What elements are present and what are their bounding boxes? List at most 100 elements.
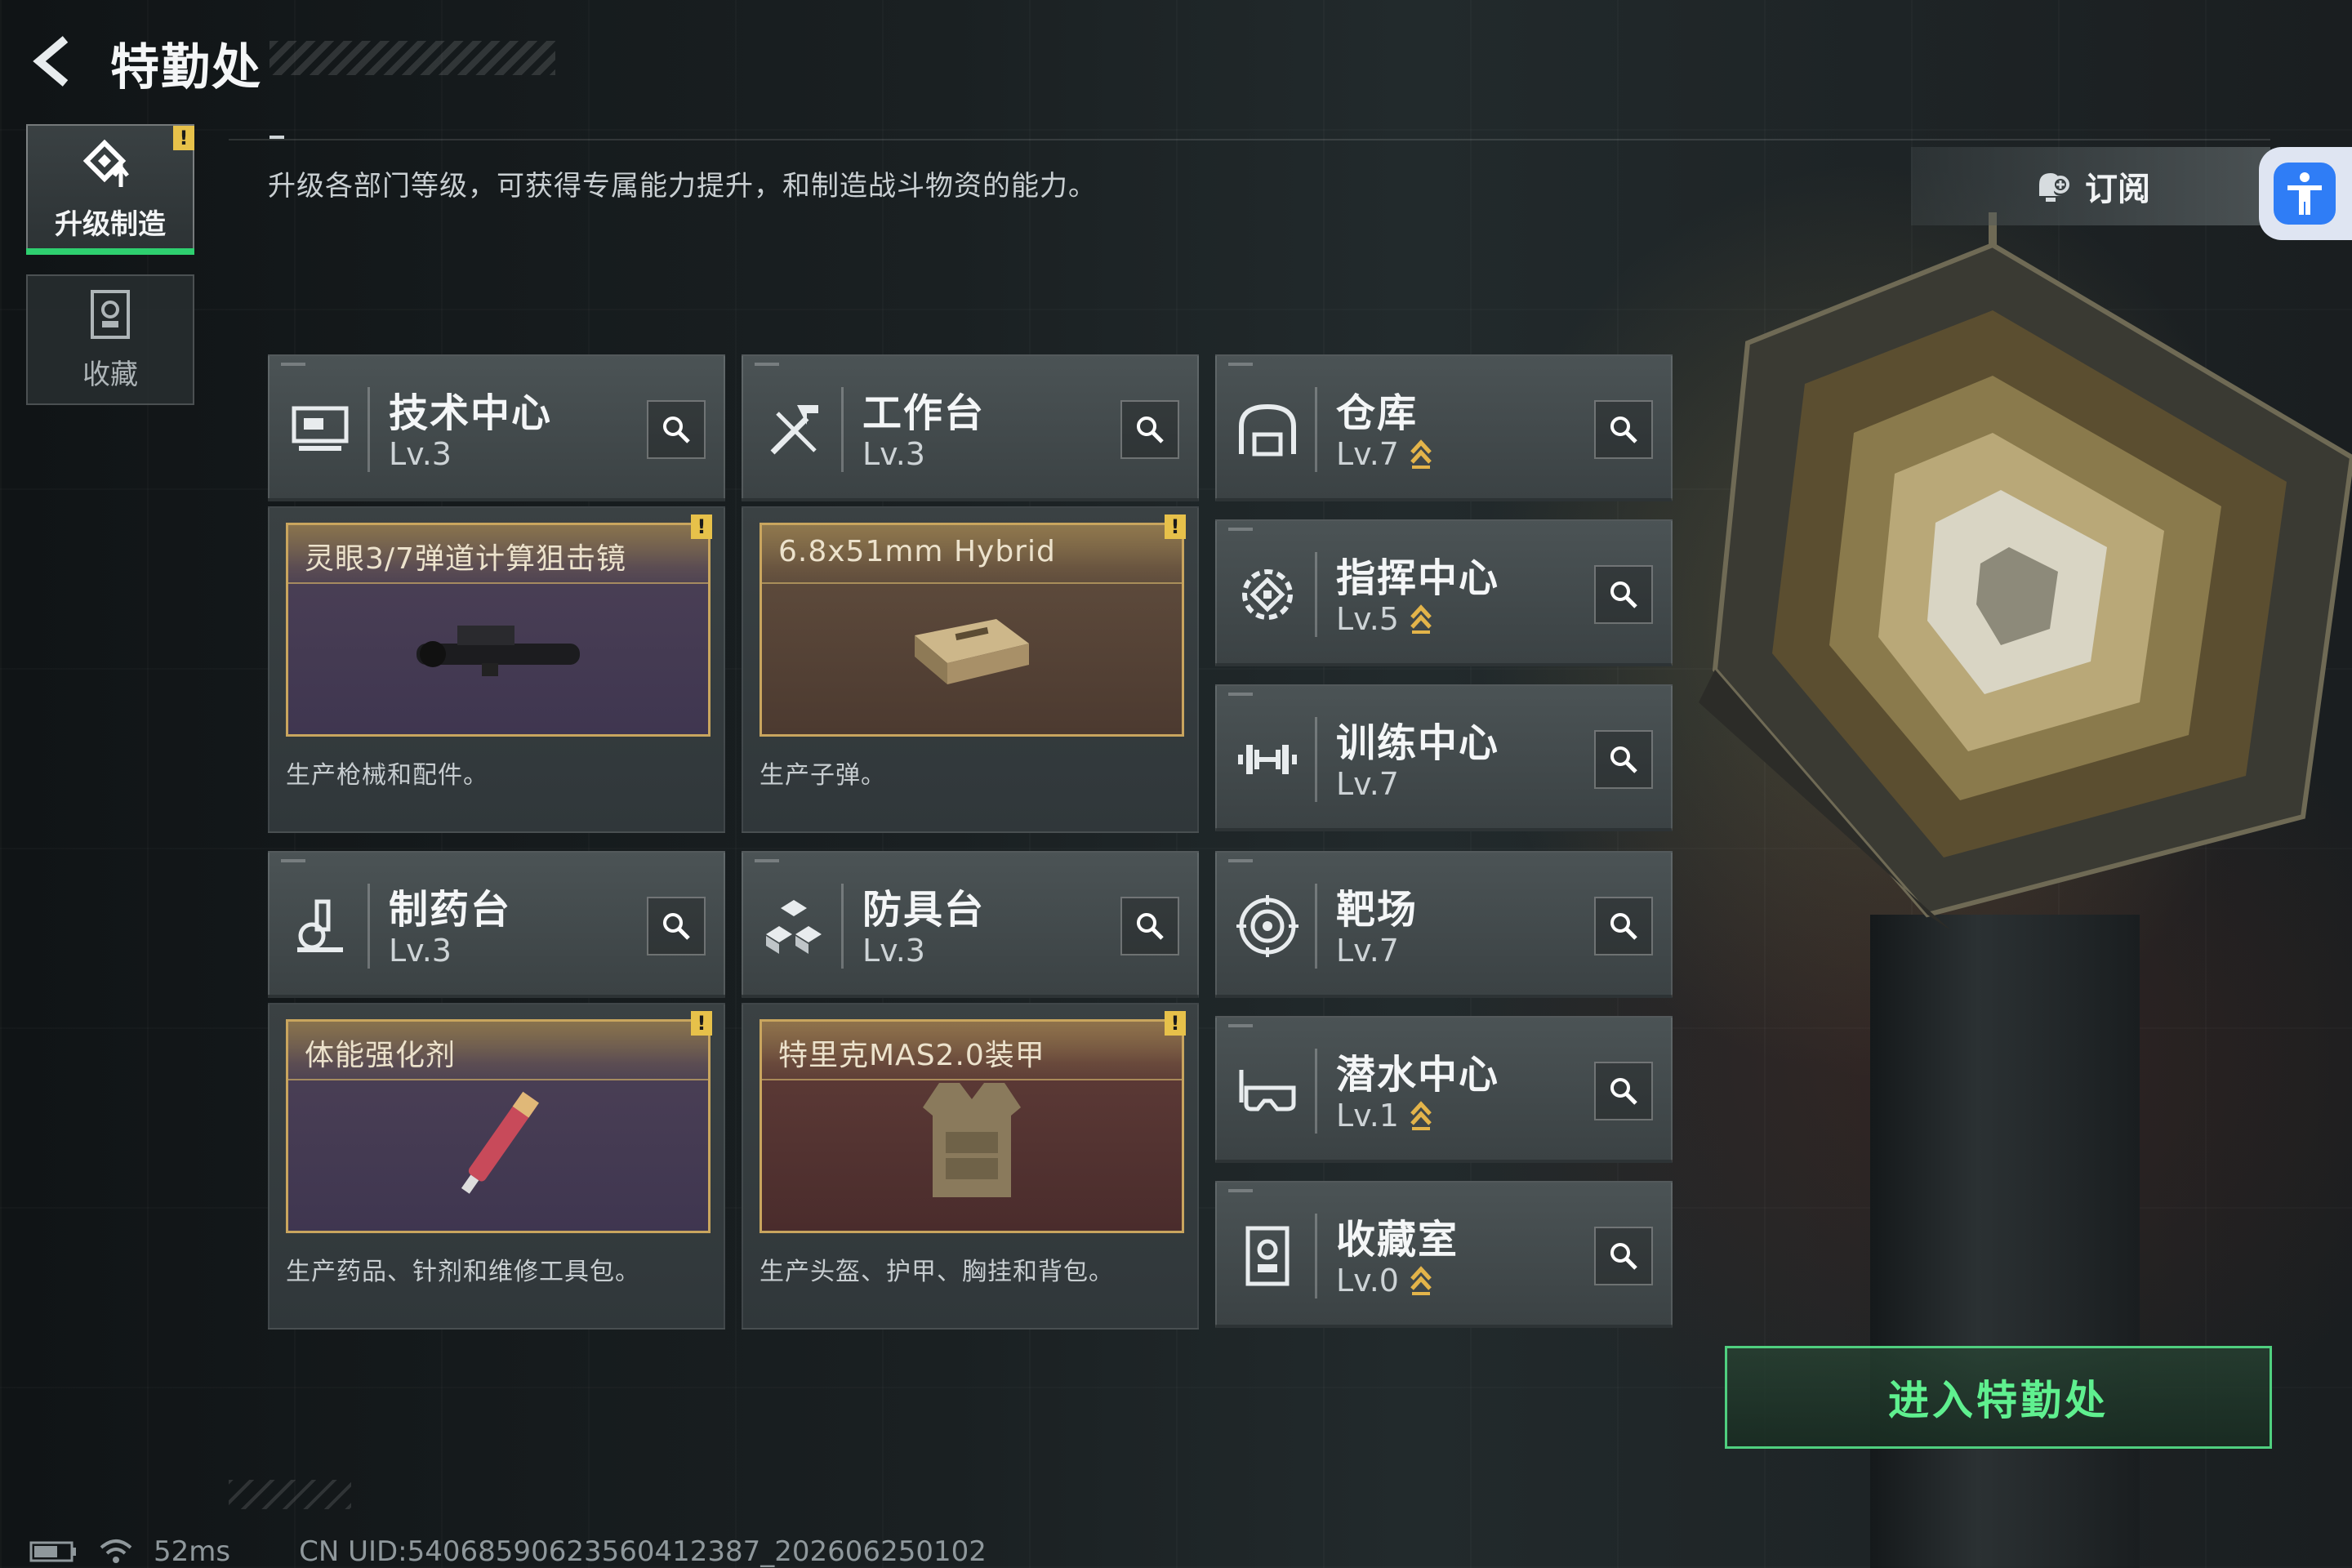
card-corner-mark <box>1228 693 1253 696</box>
trophy-room-icon <box>1245 1226 1290 1286</box>
dept-card-collection-room[interactable]: 收藏室 Lv.0 <box>1215 1181 1673 1328</box>
inspect-button[interactable] <box>1594 730 1653 789</box>
production-item-name: 特里克MAS2.0装甲 <box>778 1039 1045 1072</box>
uid-text: CN UID:5406859062356041238​7_20260625010… <box>299 1535 987 1568</box>
production-panel-tech-center: 灵眼3/7弹道计算狙击镜 ! 生产枪械和配件。 <box>268 506 725 833</box>
search-icon <box>1137 416 1164 443</box>
card-divider <box>841 884 844 969</box>
inspect-button[interactable] <box>1594 1227 1653 1285</box>
card-corner-mark <box>281 859 305 862</box>
production-slot[interactable]: 体能强化剂 <box>286 1019 710 1233</box>
dept-card-workbench[interactable]: 工作台 Lv.3 <box>742 354 1199 501</box>
dept-level: Lv.3 <box>862 933 925 969</box>
inspect-button[interactable] <box>647 400 706 459</box>
card-divider <box>1315 552 1317 637</box>
production-description: 生产枪械和配件。 <box>286 761 488 790</box>
enter-special-ops-button[interactable]: 进入特勤处 <box>1725 1346 2272 1449</box>
card-divider <box>1315 1049 1317 1134</box>
dept-name: 工作台 <box>862 390 986 436</box>
inspect-button[interactable] <box>1120 400 1179 459</box>
dept-card-armor-bench[interactable]: 防具台 Lv.3 <box>742 851 1199 998</box>
subscribe-label: 订阅 <box>2085 171 2150 208</box>
search-icon <box>1610 1243 1637 1270</box>
back-button[interactable] <box>24 33 82 90</box>
search-icon <box>1610 746 1637 773</box>
level-text: Lv.0 <box>1336 1263 1399 1298</box>
level-text: Lv.7 <box>1336 933 1399 969</box>
bell-add-icon <box>2039 173 2069 202</box>
inspect-button[interactable] <box>1594 400 1653 459</box>
search-icon <box>1610 913 1637 940</box>
command-icon <box>1242 569 1293 620</box>
search-icon <box>663 913 690 940</box>
search-icon <box>663 416 690 443</box>
header-divider <box>229 139 2270 140</box>
dept-name: 制药台 <box>389 887 512 933</box>
accessibility-button[interactable] <box>2259 147 2352 240</box>
dept-card-shooting-range[interactable]: 靶场 Lv.7 <box>1215 851 1673 998</box>
injector-item-image <box>461 1091 539 1194</box>
dept-card-diving-center[interactable]: 潜水中心 Lv.1 <box>1215 1016 1673 1163</box>
card-corner-mark <box>1228 363 1253 366</box>
dept-name: 收藏室 <box>1336 1217 1459 1263</box>
alert-badge: ! <box>1165 514 1186 539</box>
card-divider <box>368 884 370 969</box>
dept-level: Lv.0 <box>1336 1263 1433 1298</box>
page-description: 升级各部门等级，可获得专属能力提升，和制造战斗物资的能力。 <box>268 170 1097 203</box>
upgrade-available-icon <box>1410 1266 1432 1295</box>
production-slot[interactable]: 特里克MAS2.0装甲 <box>760 1019 1184 1233</box>
header-divider-tick <box>270 136 284 139</box>
status-bar: 52ms CN UID:5406859062356041238​7_202606… <box>29 1535 987 1568</box>
card-divider <box>841 387 844 472</box>
alert-badge: ! <box>1165 1011 1186 1036</box>
inspect-button[interactable] <box>1594 1062 1653 1120</box>
inspect-button[interactable] <box>1120 897 1179 956</box>
cube-sculpture <box>1699 212 2352 931</box>
dept-name: 潜水中心 <box>1336 1052 1500 1098</box>
ping-text: 52ms <box>154 1535 231 1568</box>
dept-card-tech-center[interactable]: 技术中心 Lv.3 <box>268 354 725 501</box>
production-item-name: 6.8x51mm Hybrid <box>778 535 1056 568</box>
dept-card-training-center[interactable]: 训练中心 Lv.7 <box>1215 684 1673 831</box>
tab-upgrade-craft[interactable]: 升级制造 ! <box>26 124 194 255</box>
dept-card-pharmacy[interactable]: 制药台 Lv.3 <box>268 851 725 998</box>
ammo-box-item-image <box>915 619 1029 684</box>
inspect-button[interactable] <box>1594 565 1653 624</box>
dept-name: 防具台 <box>862 887 986 933</box>
production-slot[interactable]: 灵眼3/7弹道计算狙击镜 <box>286 523 710 737</box>
card-divider <box>1315 387 1317 472</box>
upgrade-available-icon <box>1410 1101 1432 1130</box>
wifi-icon <box>100 1539 132 1563</box>
upgrade-icon <box>82 139 129 187</box>
blocks-icon <box>766 900 822 954</box>
card-divider <box>1315 717 1317 802</box>
card-corner-mark <box>755 859 779 862</box>
dept-name: 靶场 <box>1336 887 1419 933</box>
production-slot[interactable]: 6.8x51mm Hybrid <box>760 523 1184 737</box>
tab-collection[interactable]: 收藏 <box>26 274 194 405</box>
title-decoration <box>270 41 555 75</box>
dept-card-warehouse[interactable]: 仓库 Lv.7 <box>1215 354 1673 501</box>
card-corner-mark <box>755 363 779 366</box>
level-text: Lv.5 <box>1336 601 1399 637</box>
inspect-button[interactable] <box>647 897 706 956</box>
tab-label: 升级制造 <box>55 207 166 241</box>
tools-icon <box>770 405 818 455</box>
dept-name: 指挥中心 <box>1336 555 1500 601</box>
subscribe-button[interactable]: 订阅 <box>1911 147 2270 225</box>
production-panel-workbench: 6.8x51mm Hybrid ! 生产子弹。 <box>742 506 1199 833</box>
inspect-button[interactable] <box>1594 897 1653 956</box>
card-divider <box>368 387 370 472</box>
alert-badge: ! <box>691 1011 712 1036</box>
card-corner-mark <box>1228 1189 1253 1192</box>
microscope-icon <box>297 899 343 952</box>
production-panel-pharmacy: 体能强化剂 ! 生产药品、针剂和维修工具包。 <box>268 1003 725 1330</box>
armor-vest-item-image <box>923 1083 1021 1197</box>
level-text: Lv.7 <box>1336 436 1399 472</box>
dept-card-command-center[interactable]: 指挥中心 Lv.5 <box>1215 519 1673 666</box>
level-text: Lv.3 <box>862 436 925 472</box>
dept-level: Lv.7 <box>1336 436 1433 472</box>
cube-pedestal <box>1870 915 2140 1568</box>
accessibility-icon <box>2287 172 2322 215</box>
dept-level: Lv.3 <box>389 436 452 472</box>
